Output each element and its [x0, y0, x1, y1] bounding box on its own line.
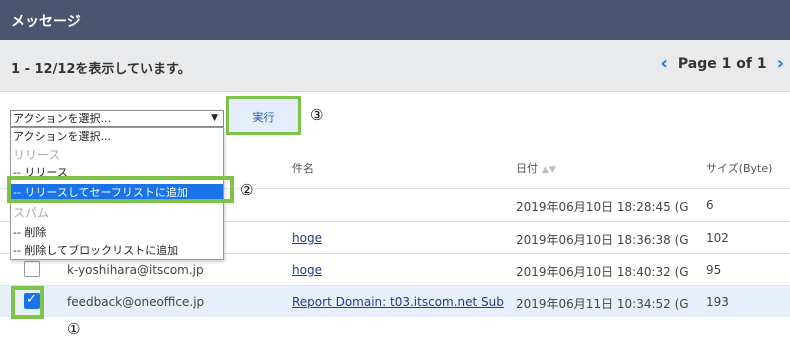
row-checkbox[interactable]: ✓: [24, 292, 40, 309]
date-cell: 2019年06月11日 10:34:52 (G: [516, 297, 689, 311]
dropdown-option[interactable]: アクションを選択...: [11, 128, 223, 145]
row-checkbox[interactable]: [24, 261, 40, 277]
sender-cell: k-yoshihara@itscom.jp: [67, 263, 204, 277]
size-cell: 102: [706, 231, 729, 245]
size-cell: 193: [706, 295, 729, 309]
action-select-value: アクションを選択...: [13, 112, 111, 125]
page-title: メッセージ: [11, 14, 81, 30]
chevron-right-icon[interactable]: ›: [777, 55, 784, 73]
column-header-date-label: 日付: [516, 162, 538, 175]
subject-link[interactable]: Report Domain: t03.itscom.net Sub: [292, 295, 504, 309]
result-count: 1 - 12/12を表示しています。: [11, 62, 191, 77]
action-dropdown-list: アクションを選択... リリース -- リリース -- リリースしてセーフリスト…: [7, 127, 234, 260]
pager: ‹ Page 1 of 1 ›: [660, 55, 784, 73]
column-header-date[interactable]: 日付 ▲▼: [516, 160, 556, 176]
table-row[interactable]: ✓ feedback@oneoffice.jp Report Domain: t…: [0, 285, 790, 319]
sort-icon: ▲▼: [542, 165, 556, 175]
column-header-subject[interactable]: 件名: [292, 160, 314, 176]
dropdown-option[interactable]: -- 削除: [11, 224, 223, 241]
annotation-three: ③: [310, 106, 324, 124]
date-cell: 2019年06月10日 18:36:38 (G: [516, 233, 689, 247]
subject-link[interactable]: hoge: [292, 231, 502, 245]
column-header-size[interactable]: サイズ(Byte): [706, 160, 772, 176]
chevron-left-icon[interactable]: ‹: [660, 55, 667, 73]
execute-button-label: 実行: [252, 111, 275, 124]
subject-link[interactable]: hoge: [292, 263, 502, 277]
option-highlight: [7, 176, 234, 203]
annotation-one: ①: [67, 320, 81, 338]
check-icon: ✓: [26, 292, 37, 307]
sender-cell: feedback@oneoffice.jp: [67, 295, 205, 309]
date-cell: 2019年06月10日 18:28:45 (G: [516, 200, 689, 214]
dropdown-group-label: リリース: [13, 148, 61, 162]
status-bar: 1 - 12/12を表示しています。 ‹ Page 1 of 1 ›: [0, 40, 790, 92]
date-cell: 2019年06月10日 18:40:32 (G: [516, 265, 689, 279]
annotation-two: ②: [240, 181, 254, 199]
dropdown-option[interactable]: -- 削除してブロックリストに追加: [11, 242, 223, 259]
page-label: Page 1 of 1: [677, 56, 767, 72]
header-bar: メッセージ: [0, 0, 790, 40]
action-select[interactable]: アクションを選択... ▼: [10, 110, 224, 127]
size-cell: 6: [706, 198, 714, 212]
execute-button[interactable]: 実行: [226, 96, 301, 135]
dropdown-group-label: スパム: [13, 206, 50, 220]
chevron-down-icon: ▼: [211, 113, 218, 123]
size-cell: 95: [706, 263, 722, 277]
